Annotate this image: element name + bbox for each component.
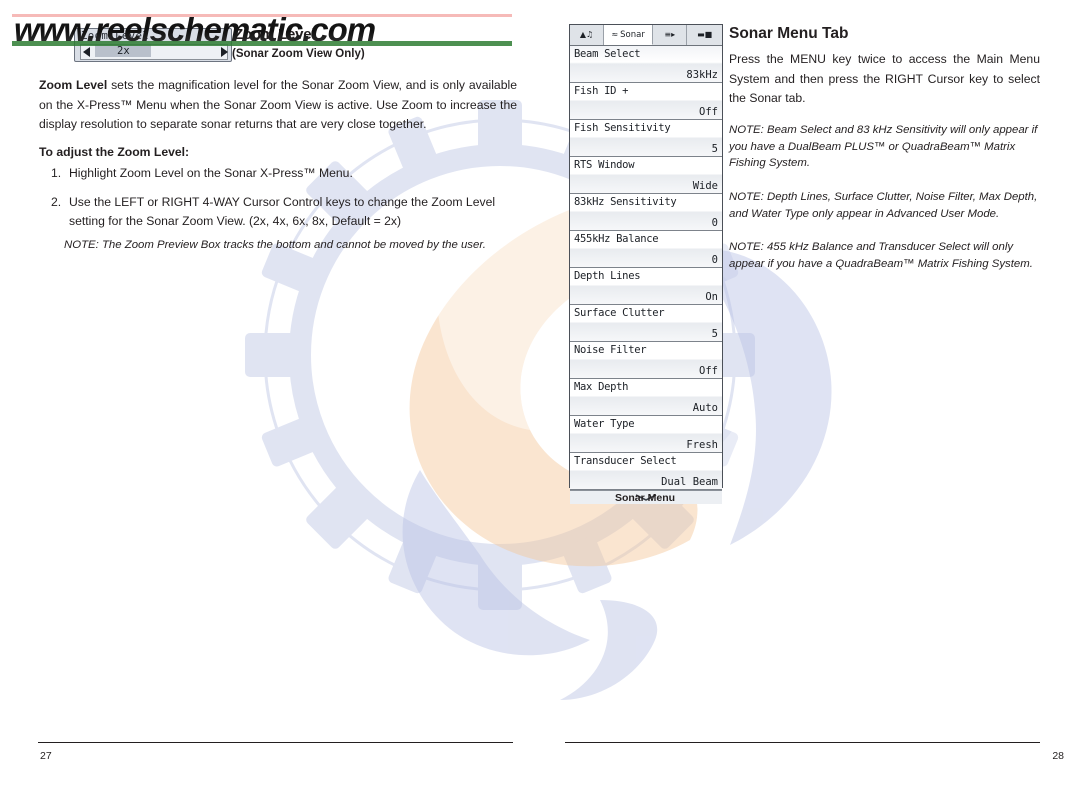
menu-value: Off: [699, 365, 718, 377]
page-subtitle: (Sonar Zoom View Only): [228, 47, 369, 61]
settings-sliders-icon: ≡▸: [664, 30, 676, 39]
menu-label: Max Depth: [574, 381, 629, 393]
list-item-number: 1.: [51, 166, 62, 180]
zoom-preview-note: NOTE: The Zoom Preview Box tracks the bo…: [64, 239, 486, 251]
menu-row-max-depth[interactable]: Max Depth Auto: [570, 379, 722, 416]
menu-label: 83kHz Sensitivity: [574, 196, 677, 208]
adjust-zoom-heading: To adjust the Zoom Level:: [39, 145, 190, 159]
menu-value: Wide: [692, 180, 718, 192]
menu-label: Transducer Select: [574, 455, 677, 467]
zoom-level-control[interactable]: Zoom Level 2x: [74, 28, 232, 62]
list-item-text: Use the LEFT or RIGHT 4-WAY Cursor Contr…: [69, 194, 496, 229]
page-title: Sonar Menu Tab: [729, 25, 849, 42]
tab-alarms[interactable]: ▲♫: [570, 25, 605, 45]
menu-value: 0: [711, 254, 718, 266]
menu-label: Noise Filter: [574, 344, 647, 356]
menu-row-83khz-sensitivity[interactable]: 83kHz Sensitivity 0: [570, 194, 722, 231]
menu-label: 455kHz Balance: [574, 233, 659, 245]
alarm-bell-icon: ▲♫: [579, 30, 594, 39]
list-item-text: Highlight Zoom Level on the Sonar X-Pres…: [69, 166, 353, 180]
menu-value: 83kHz: [686, 69, 718, 81]
menu-value: Off: [699, 106, 718, 118]
zoom-level-description-rest: sets the magnification level for the Son…: [39, 78, 517, 131]
zoom-level-description: Zoom Level sets the magnification level …: [39, 76, 517, 135]
list-item-number: 2.: [51, 194, 62, 209]
menu-label: Water Type: [574, 418, 635, 430]
zoom-level-slider[interactable]: [80, 44, 228, 60]
tab-views[interactable]: ▬■: [687, 25, 723, 45]
menu-row-depth-lines[interactable]: Depth Lines On: [570, 268, 722, 305]
tab-setup[interactable]: ≡▸: [653, 25, 688, 45]
menu-row-rts-window[interactable]: RTS Window Wide: [570, 157, 722, 194]
sonar-icon: ≈: [611, 29, 619, 39]
sonar-menu-list: Beam Select 83kHz Fish ID + Off Fish Sen…: [570, 46, 722, 490]
footer-divider: [38, 742, 513, 743]
menu-row-surface-clutter[interactable]: Surface Clutter 5: [570, 305, 722, 342]
menu-row-beam-select[interactable]: Beam Select 83kHz: [570, 46, 722, 83]
menu-label: Fish Sensitivity: [574, 122, 671, 134]
menu-value: 5: [711, 143, 718, 155]
list-item: 2. Use the LEFT or RIGHT 4-WAY Cursor Co…: [39, 193, 517, 232]
note-advanced-mode: NOTE: Depth Lines, Surface Clutter, Nois…: [729, 191, 1038, 220]
menu-row-fish-sensitivity[interactable]: Fish Sensitivity 5: [570, 120, 722, 157]
footer-divider: [565, 742, 1040, 743]
right-page: ▲♫ ≈ Sonar ≡▸ ▬■ Beam Select 83kHz Fish …: [565, 0, 1065, 788]
left-page: Zoom Level 2x Zoom Level (Sonar Zoom Vie…: [38, 0, 538, 788]
page-number: 27: [40, 750, 52, 762]
note-beam-select: NOTE: Beam Select and 83 kHz Sensitivity…: [729, 124, 1038, 169]
menu-value: Fresh: [686, 439, 718, 451]
left-arrow-icon[interactable]: [83, 47, 90, 57]
zoom-level-description-lead: Zoom Level: [39, 78, 108, 92]
page-number: 28: [1052, 750, 1064, 762]
menu-value: On: [705, 291, 718, 303]
display-screen-icon: ▬■: [697, 30, 713, 39]
menu-label: Beam Select: [574, 48, 641, 60]
menu-value: Dual Beam: [661, 476, 718, 488]
note-quadrabeam: NOTE: 455 kHz Balance and Transducer Sel…: [729, 241, 1033, 270]
menu-label: Fish ID +: [574, 85, 629, 97]
menu-value: Auto: [692, 402, 718, 414]
menu-row-transducer-select[interactable]: Transducer Select Dual Beam: [570, 453, 722, 490]
menu-row-water-type[interactable]: Water Type Fresh: [570, 416, 722, 453]
sonar-menu-screenshot: ▲♫ ≈ Sonar ≡▸ ▬■ Beam Select 83kHz Fish …: [569, 24, 723, 504]
sonar-menu-description: Press the MENU key twice to access the M…: [729, 52, 1040, 105]
right-arrow-icon[interactable]: [221, 47, 228, 57]
tab-sonar[interactable]: ≈ Sonar: [604, 25, 654, 45]
menu-row-fish-id[interactable]: Fish ID + Off: [570, 83, 722, 120]
menu-label: RTS Window: [574, 159, 635, 171]
menu-label: Depth Lines: [574, 270, 641, 282]
figure-caption: Sonar Menu: [614, 492, 676, 504]
menu-value: 0: [711, 217, 718, 229]
zoom-level-value: 2x: [117, 45, 130, 57]
zoom-level-control-label: Zoom Level: [81, 30, 150, 42]
menu-row-455khz-balance[interactable]: 455kHz Balance 0: [570, 231, 722, 268]
tab-sonar-label: Sonar: [620, 29, 645, 40]
menu-value: 5: [711, 328, 718, 340]
adjust-zoom-steps: 1. Highlight Zoom Level on the Sonar X-P…: [39, 164, 517, 241]
menu-label: Surface Clutter: [574, 307, 665, 319]
menu-row-noise-filter[interactable]: Noise Filter Off: [570, 342, 722, 379]
device-tab-bar: ▲♫ ≈ Sonar ≡▸ ▬■: [570, 25, 723, 46]
list-item: 1. Highlight Zoom Level on the Sonar X-P…: [39, 164, 517, 184]
page-title: Zoom Level: [234, 26, 316, 43]
